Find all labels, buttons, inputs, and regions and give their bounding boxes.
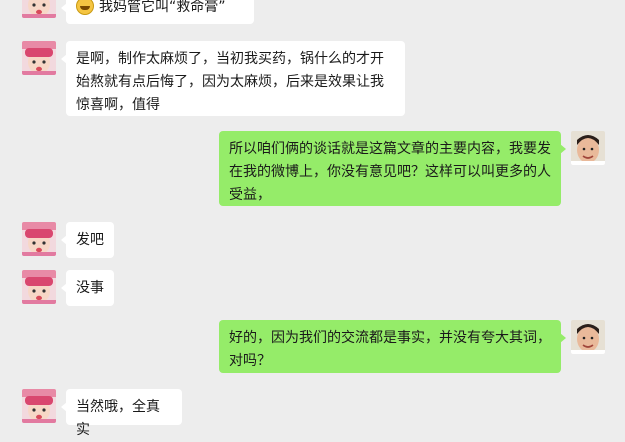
message-text: 是啊，制作太麻烦了，当初我买药，锅什么的才开始熬就有点后悔了，因为太麻烦，后来是… <box>76 51 384 113</box>
message-bubble[interactable]: 好的，因为我们的交流都是事实，并没有夸大其词，对吗？ <box>219 320 566 373</box>
contact-avatar[interactable] <box>22 270 56 304</box>
message-bubble[interactable]: 没事 <box>61 270 114 306</box>
contact-avatar[interactable] <box>22 222 56 256</box>
message-bubble[interactable]: 我妈管它叫“救命膏” <box>61 0 254 24</box>
child-avatar-icon <box>22 389 56 423</box>
message-bubble[interactable]: 当然哦，全真实 <box>61 389 182 438</box>
child-avatar-icon <box>22 0 56 18</box>
child-avatar-icon <box>22 222 56 256</box>
my-avatar[interactable] <box>571 320 605 354</box>
contact-avatar[interactable] <box>22 41 56 75</box>
message-text: 所以咱们俩的谈话就是这篇文章的主要内容，我要发在我的微博上，你没有意见吧？这样可… <box>229 141 551 203</box>
message-text: 当然哦，全真实 <box>76 399 160 438</box>
message-bubble[interactable]: 所以咱们俩的谈话就是这篇文章的主要内容，我要发在我的微博上，你没有意见吧？这样可… <box>219 131 566 206</box>
message-text: 发吧 <box>76 232 104 248</box>
contact-avatar[interactable] <box>22 0 56 18</box>
message-bubble[interactable]: 是啊，制作太麻烦了，当初我买药，锅什么的才开始熬就有点后悔了，因为太麻烦，后来是… <box>61 41 405 116</box>
chat-area: 我妈管它叫“救命膏” 是啊，制作太麻烦了，当初我买药，锅什么的才开始熬就有点后悔… <box>0 0 625 438</box>
message-text: 好的，因为我们的交流都是事实，并没有夸大其词，对吗？ <box>229 330 551 369</box>
message-text: 没事 <box>76 280 104 296</box>
child-avatar-icon <box>22 270 56 304</box>
message-text: 我妈管它叫“救命膏” <box>99 0 226 15</box>
contact-avatar[interactable] <box>22 389 56 423</box>
my-avatar[interactable] <box>571 131 605 165</box>
grinning-emoji-icon <box>76 0 94 15</box>
message-bubble[interactable]: 发吧 <box>61 222 114 258</box>
child-avatar-icon <box>22 41 56 75</box>
man-avatar-icon <box>571 320 605 354</box>
man-avatar-icon <box>571 131 605 165</box>
